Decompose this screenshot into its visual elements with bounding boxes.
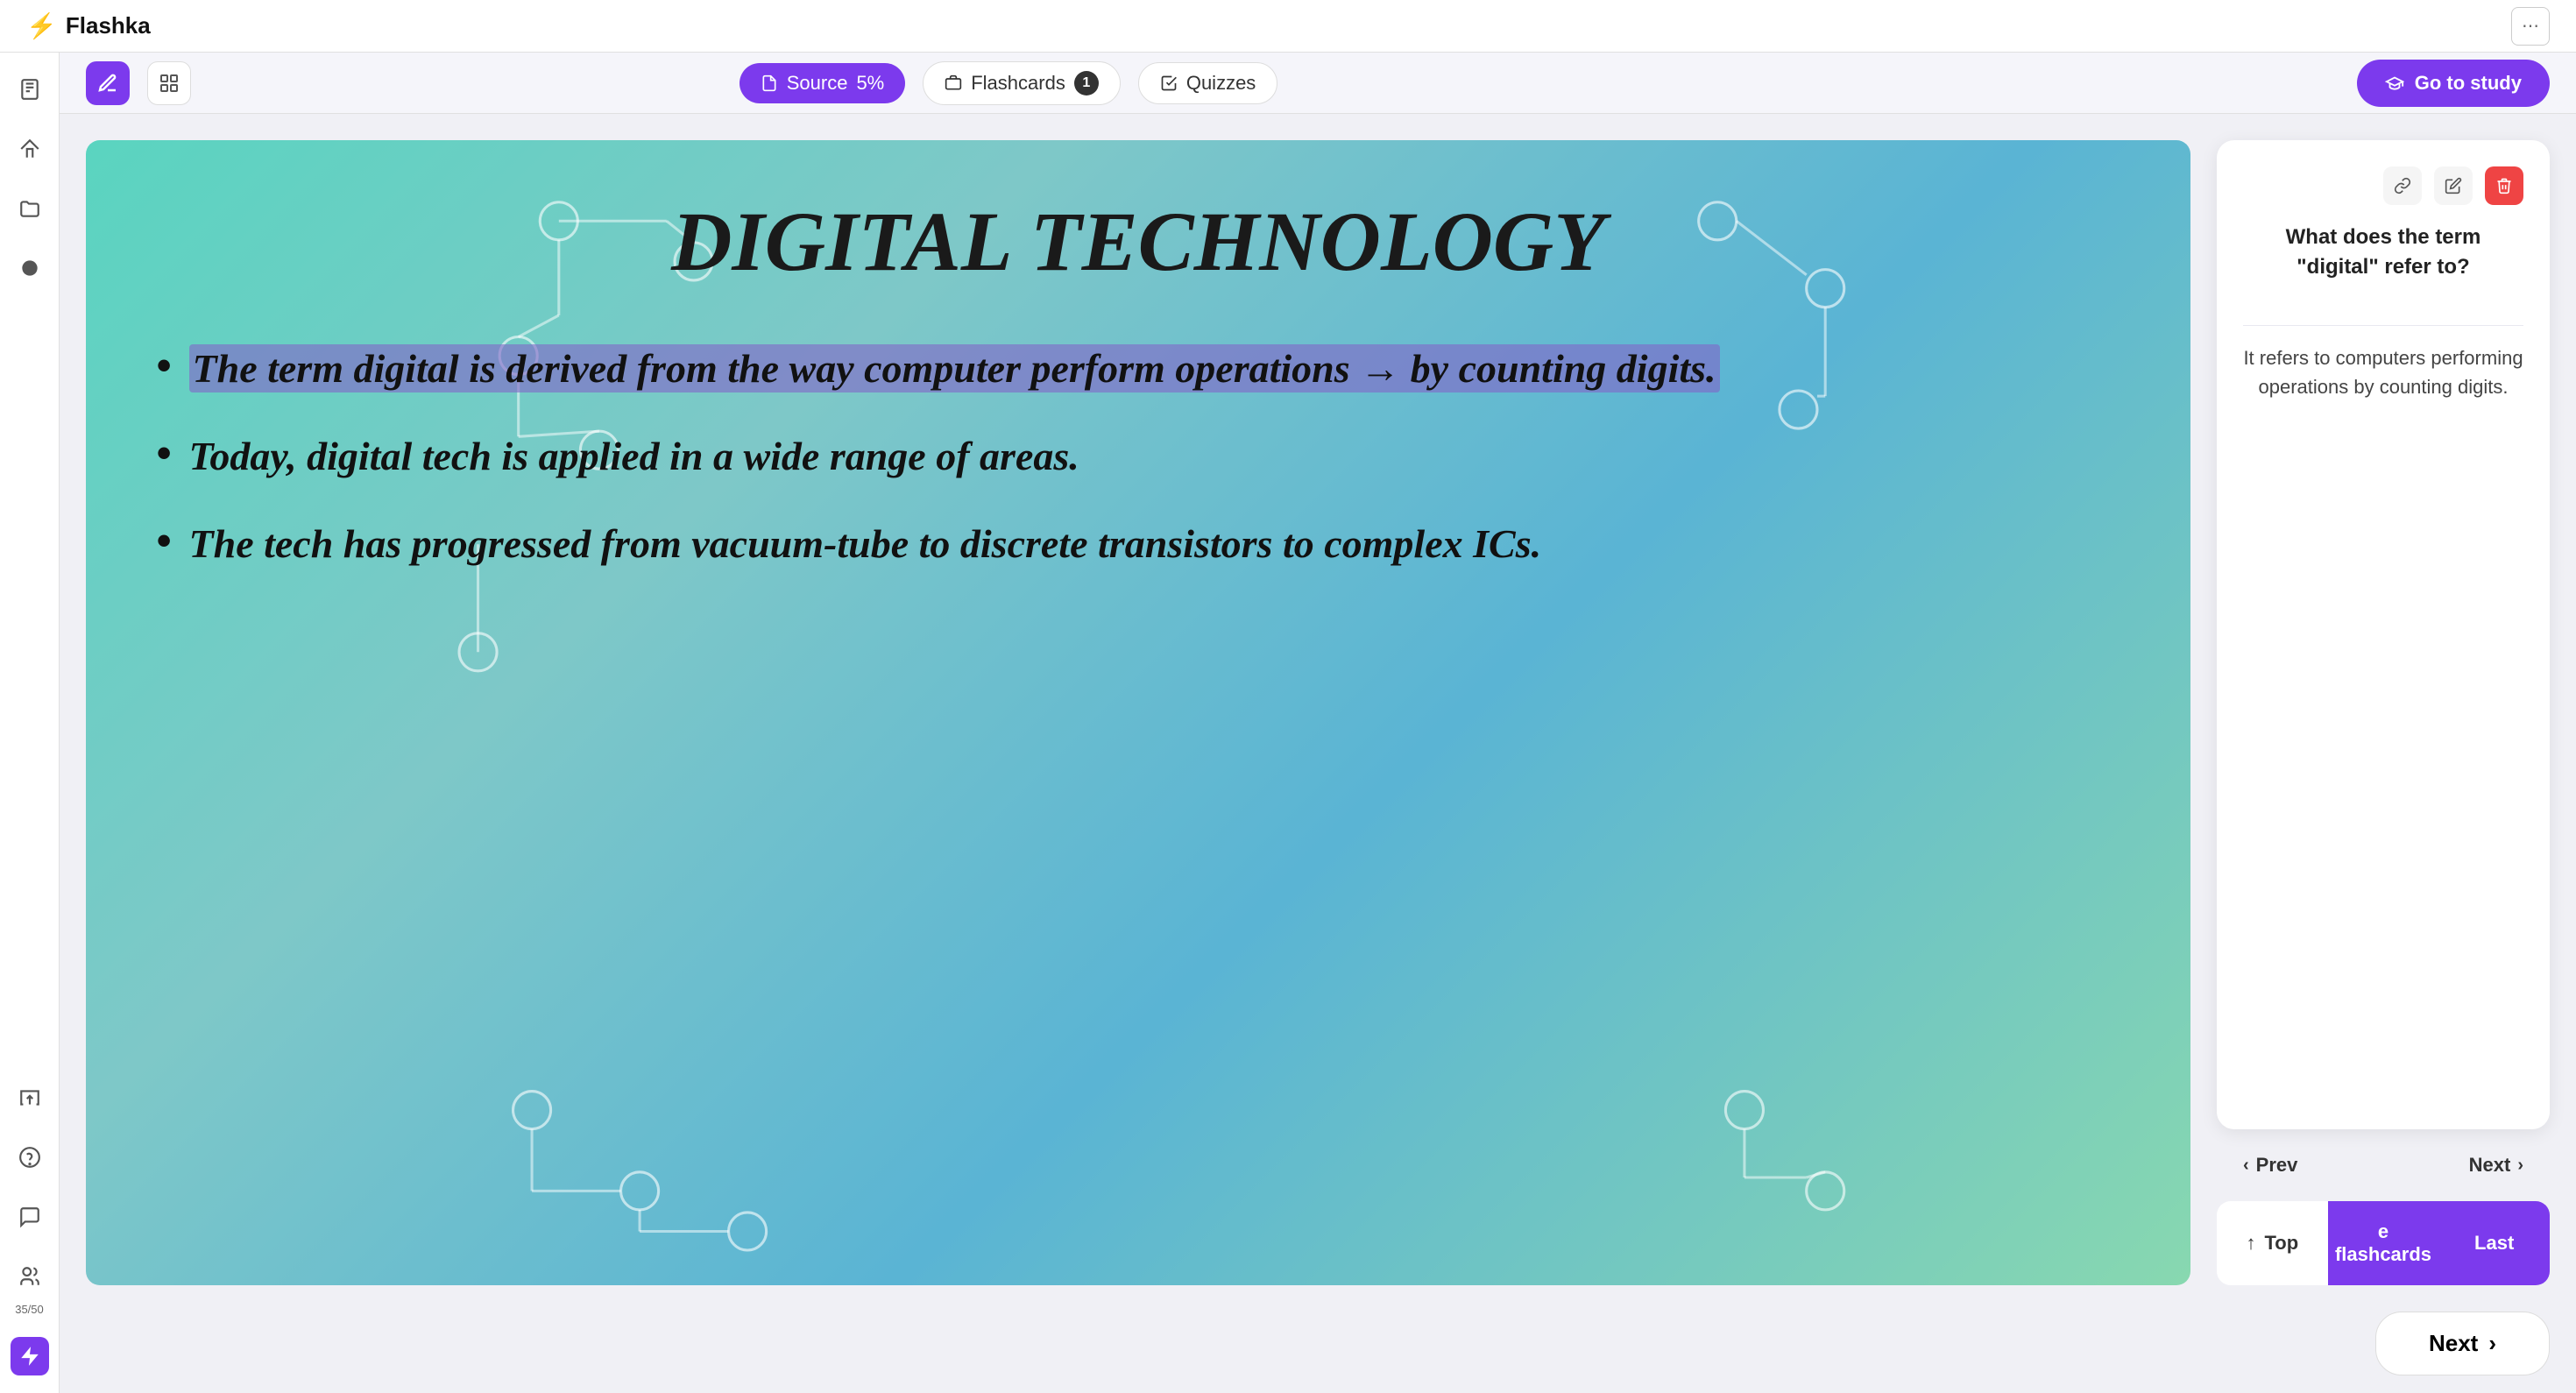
- go-to-study-button[interactable]: Go to study: [2357, 60, 2550, 107]
- chat-button[interactable]: ⋯: [2511, 7, 2550, 46]
- toolbar: Source 5% Flashcards 1 Quizzes Go to stu…: [60, 53, 2576, 114]
- sidebar-item-chat[interactable]: [11, 1198, 49, 1236]
- app-name: Flashka: [66, 12, 151, 39]
- source-tab[interactable]: Source 5%: [740, 63, 906, 103]
- main-layout: 35/50 Source 5% Flashcards: [0, 53, 2576, 1393]
- content-area: Source 5% Flashcards 1 Quizzes Go to stu…: [60, 53, 2576, 1393]
- bullet-dot-2: •: [156, 425, 172, 482]
- flashcard-actions: [2243, 166, 2523, 205]
- prev-label: Prev: [2256, 1154, 2298, 1177]
- grid-tool-button[interactable]: [147, 61, 191, 105]
- slide-area: DIGITAL TECHNOLOGY • The term digital is…: [60, 114, 2576, 1312]
- flashcard-prev-button[interactable]: ‹ Prev: [2226, 1143, 2315, 1187]
- flashcard-question: What does the term "digital" refer to?: [2243, 223, 2523, 281]
- bullet-dot-3: •: [156, 513, 172, 569]
- logo-icon: ⚡: [26, 11, 57, 40]
- go-to-study-label: Go to study: [2415, 72, 2522, 95]
- flashcard-link-button[interactable]: [2383, 166, 2422, 205]
- sidebar-item-document[interactable]: [11, 70, 49, 109]
- users-count: 35/50: [15, 1303, 44, 1316]
- slide-bullet-3: • The tech has progressed from vacuum-tu…: [156, 518, 2120, 570]
- next-page-button[interactable]: Next ›: [2375, 1312, 2550, 1375]
- slide-bullet-2: • Today, digital tech is applied in a wi…: [156, 430, 2120, 483]
- flashcard-bottom-nav: ↑ Top e flashcards Last: [2217, 1201, 2550, 1285]
- prev-arrow-icon: ‹: [2243, 1156, 2249, 1176]
- slide-bullet-1-text: The term digital is derived from the way…: [189, 343, 1720, 395]
- last-label: Last: [2474, 1232, 2514, 1255]
- highlighted-text-1: The term digital is derived from the way…: [189, 344, 1720, 392]
- sidebar-item-folder[interactable]: [11, 189, 49, 228]
- source-label: Source: [787, 72, 848, 95]
- sidebar-item-export[interactable]: [11, 1078, 49, 1117]
- flashcards-label: Flashcards: [971, 72, 1065, 95]
- flashcard-list-button[interactable]: e flashcards: [2328, 1201, 2439, 1285]
- slide-bullet-2-text: Today, digital tech is applied in a wide…: [189, 430, 1079, 483]
- next-page-label: Next: [2429, 1330, 2478, 1357]
- slide-container: DIGITAL TECHNOLOGY • The term digital is…: [86, 140, 2190, 1285]
- flashcards-count: 1: [1074, 71, 1099, 95]
- flashcard-panel: What does the term "digital" refer to? I…: [2217, 140, 2550, 1285]
- sidebar-item-users[interactable]: [11, 1257, 49, 1296]
- slide-content: • The term digital is derived from the w…: [156, 343, 2120, 605]
- flashcard-last-button[interactable]: Last: [2438, 1201, 2550, 1285]
- flashcard-delete-button[interactable]: [2485, 166, 2523, 205]
- sidebar-item-help[interactable]: [11, 1138, 49, 1177]
- topbar: ⚡ Flashka ⋯: [0, 0, 2576, 53]
- top-arrow-icon: ↑: [2246, 1232, 2255, 1255]
- quizzes-tab[interactable]: Quizzes: [1138, 62, 1277, 104]
- next-arrow-icon: ›: [2517, 1156, 2523, 1176]
- flashcard-divider: [2243, 325, 2523, 326]
- flashcard-top-button[interactable]: ↑ Top: [2217, 1201, 2328, 1285]
- sidebar: 35/50: [0, 53, 60, 1393]
- next-page-icon: ›: [2488, 1330, 2496, 1357]
- next-label: Next: [2469, 1154, 2511, 1177]
- sidebar-item-home[interactable]: [11, 130, 49, 168]
- sidebar-item-circle[interactable]: [11, 249, 49, 287]
- sidebar-item-lightning[interactable]: [11, 1337, 49, 1375]
- slide-bullet-3-text: The tech has progressed from vacuum-tube…: [189, 518, 1542, 570]
- source-percent: 5%: [856, 72, 884, 95]
- toolbar-center: Source 5% Flashcards 1 Quizzes: [740, 61, 1278, 105]
- toolbar-right: Go to study: [2357, 60, 2550, 107]
- flashcard-edit-button[interactable]: [2434, 166, 2473, 205]
- top-label: Top: [2264, 1232, 2298, 1255]
- next-button-area: Next ›: [60, 1312, 2576, 1393]
- pen-tool-button[interactable]: [86, 61, 130, 105]
- circuit-decoration: [86, 140, 2190, 1285]
- slide-bullet-1: • The term digital is derived from the w…: [156, 343, 2120, 395]
- quizzes-label: Quizzes: [1186, 72, 1256, 95]
- flashcards-list-label: e flashcards: [2328, 1220, 2439, 1266]
- flashcard-answer: It refers to computers performing operat…: [2243, 343, 2523, 1103]
- topbar-right: ⋯: [2511, 7, 2550, 46]
- flashcard-navigation: ‹ Prev Next ›: [2217, 1143, 2550, 1187]
- slide-title: DIGITAL TECHNOLOGY: [156, 193, 2120, 290]
- flashcard: What does the term "digital" refer to? I…: [2217, 140, 2550, 1129]
- flashcards-tab[interactable]: Flashcards 1: [923, 61, 1121, 105]
- logo-area: ⚡ Flashka: [26, 11, 151, 40]
- flashcard-next-button[interactable]: Next ›: [2452, 1143, 2541, 1187]
- bullet-dot-1: •: [156, 337, 172, 394]
